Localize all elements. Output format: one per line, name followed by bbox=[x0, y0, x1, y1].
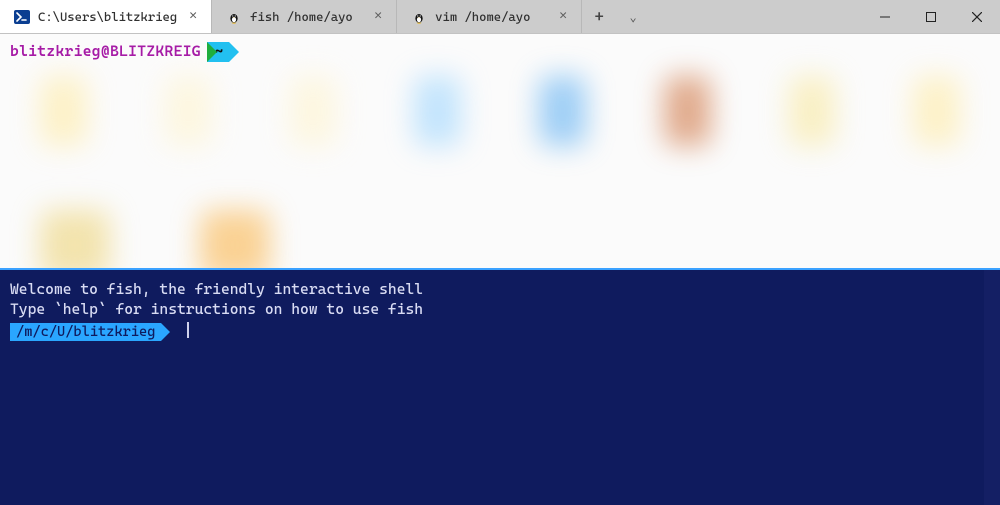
tab-title: vim /home/ayo bbox=[435, 9, 547, 24]
cursor bbox=[187, 322, 189, 338]
scrollbar-vertical[interactable] bbox=[984, 270, 1000, 505]
titlebar-drag-region[interactable] bbox=[650, 0, 862, 33]
fish-help-line: Type `help` for instructions on how to u… bbox=[10, 300, 990, 320]
close-icon[interactable]: ✕ bbox=[185, 9, 201, 25]
tux-icon bbox=[226, 9, 242, 25]
window-close-button[interactable] bbox=[954, 0, 1000, 33]
minimize-button[interactable] bbox=[862, 0, 908, 33]
window-controls bbox=[862, 0, 1000, 33]
new-tab-button[interactable]: + bbox=[582, 0, 616, 33]
pane-top-powershell[interactable]: blitzkrieg@BLITZKREIG ~ bbox=[0, 34, 1000, 268]
prompt-segment: /m/c/U/blitzkrieg bbox=[10, 323, 170, 341]
tab-powershell[interactable]: C:\Users\blitzkrieg ✕ bbox=[0, 0, 212, 33]
chevron-right-icon bbox=[207, 42, 217, 62]
titlebar: C:\Users\blitzkrieg ✕ fish /home/ayo ✕ v… bbox=[0, 0, 1000, 34]
tab-fish[interactable]: fish /home/ayo ✕ bbox=[212, 0, 397, 33]
chevron-right-icon bbox=[161, 323, 170, 341]
powershell-icon bbox=[14, 9, 30, 25]
tab-strip: C:\Users\blitzkrieg ✕ fish /home/ayo ✕ v… bbox=[0, 0, 582, 33]
prompt-cwd: /m/c/U/blitzkrieg bbox=[10, 323, 161, 341]
tab-vim[interactable]: vim /home/ayo ✕ bbox=[397, 0, 582, 33]
pane-bottom-fish[interactable]: Welcome to fish, the friendly interactiv… bbox=[0, 270, 1000, 505]
tux-icon bbox=[411, 9, 427, 25]
tab-title: fish /home/ayo bbox=[250, 9, 362, 24]
close-icon[interactable]: ✕ bbox=[555, 9, 571, 25]
tab-title: C:\Users\blitzkrieg bbox=[38, 9, 177, 24]
chevron-down-icon: ⌄ bbox=[630, 10, 637, 24]
close-icon[interactable]: ✕ bbox=[370, 9, 386, 25]
prompt-line: blitzkrieg@BLITZKREIG ~ bbox=[10, 42, 239, 62]
prompt-cwd-segment: ~ bbox=[207, 42, 239, 62]
terminal-panes: blitzkrieg@BLITZKREIG ~ Welcome to fish,… bbox=[0, 34, 1000, 505]
fish-greeting-line: Welcome to fish, the friendly interactiv… bbox=[10, 280, 990, 300]
prompt-user-host: blitzkrieg@BLITZKREIG bbox=[10, 42, 201, 62]
acrylic-blur-background bbox=[0, 62, 1000, 268]
maximize-button[interactable] bbox=[908, 0, 954, 33]
chevron-right-icon bbox=[229, 42, 239, 62]
plus-icon: + bbox=[594, 7, 603, 26]
tab-dropdown-button[interactable]: ⌄ bbox=[616, 0, 650, 33]
